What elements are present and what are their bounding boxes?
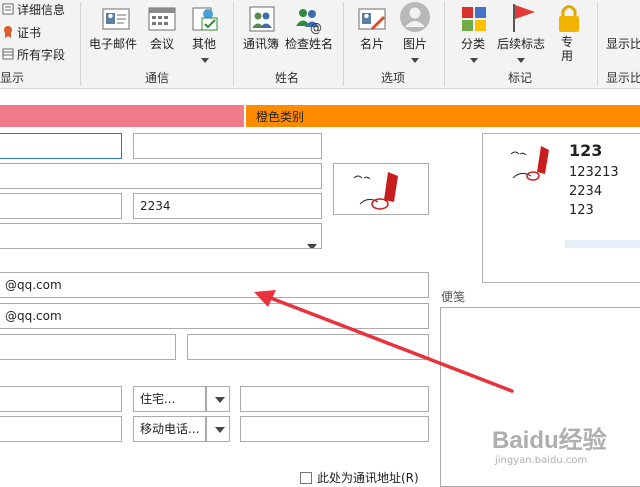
watermark-brand: Baidu经验 [492, 427, 607, 454]
watermark-url: jingyan.baidu.com [495, 455, 588, 466]
annotation-arrow [254, 290, 514, 393]
watermark: Baidu经验 jingyan.baidu.com [492, 420, 607, 466]
